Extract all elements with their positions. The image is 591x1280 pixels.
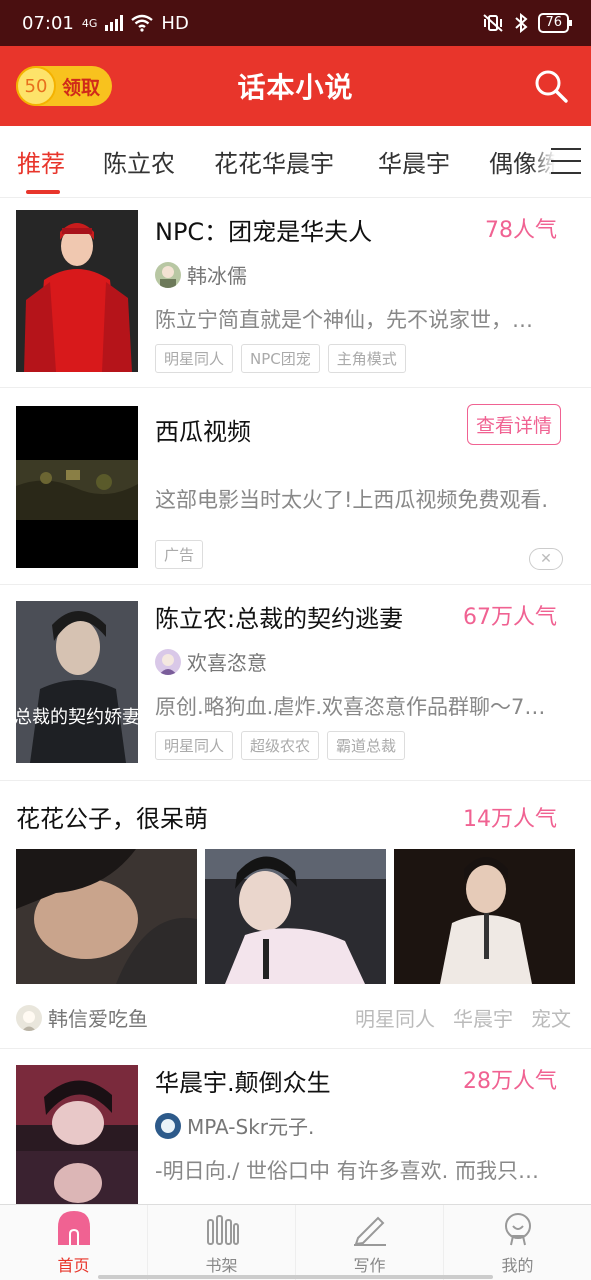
tag-list: 明星同人 NPC团宠 主角模式	[155, 344, 406, 373]
wifi-icon	[131, 14, 154, 32]
avatar	[155, 261, 181, 288]
pencil-icon	[353, 1216, 386, 1246]
nav-label: 我的	[501, 1256, 534, 1275]
gallery-image[interactable]	[205, 849, 386, 984]
book-description: -明日向./ 世俗口中 有许多喜欢. 而我只…	[155, 1159, 540, 1183]
author[interactable]: 欢喜恣意	[155, 647, 267, 676]
close-ad-icon[interactable]: ✕	[529, 548, 563, 570]
tag[interactable]: 主角模式	[327, 344, 406, 373]
avatar	[155, 1112, 181, 1139]
book-title: 华晨宇.颠倒众生	[155, 1069, 331, 1097]
popularity-count: 67万人气	[463, 605, 557, 630]
gallery-image[interactable]	[394, 849, 575, 984]
network-type: 4G	[81, 16, 98, 30]
popularity-count: 28万人气	[463, 1069, 557, 1094]
hd-indicator: HD	[161, 12, 189, 34]
author[interactable]: 韩冰儒	[155, 260, 247, 289]
author-name: 欢喜恣意	[187, 651, 267, 675]
nav-bookshelf[interactable]: 书架	[147, 1205, 295, 1280]
battery-icon: 76	[538, 13, 572, 33]
list-item[interactable]: NPC：团宠是华夫人 78人气 韩冰儒 陈立宁简直就是个神仙，先不说家世，… 明…	[0, 198, 591, 388]
author-name: 韩信爱吃鱼	[48, 1007, 148, 1031]
tag[interactable]: 宠文	[531, 1003, 571, 1032]
popularity-count: 14万人气	[463, 807, 557, 832]
author[interactable]: 韩信爱吃鱼	[16, 1003, 148, 1032]
tag[interactable]: 明星同人	[155, 731, 234, 760]
author-name: 韩冰儒	[187, 264, 247, 288]
active-tab-indicator	[26, 190, 60, 194]
nav-label: 写作	[353, 1256, 386, 1275]
signal-icon	[105, 15, 124, 31]
book-title: 花花公子，很呆萌	[16, 805, 208, 833]
tab-huahua-huachenyu[interactable]: 花花华晨宇	[214, 144, 334, 179]
tag[interactable]: 超级农农	[241, 731, 320, 760]
book-cover[interactable]	[16, 210, 138, 372]
tag[interactable]: 霸道总裁	[327, 731, 406, 760]
ad-thumbnail[interactable]	[16, 406, 138, 568]
list-item[interactable]: 总裁的契约娇妻 陈立农:总裁的契约逃妻 67万人气 欢喜恣意 原创.略狗血.虐炸…	[0, 585, 591, 781]
profile-icon	[504, 1213, 531, 1246]
vibrate-icon	[483, 14, 504, 32]
author-name: MPA-Skr元子.	[187, 1115, 315, 1139]
coin-icon: 50	[16, 66, 56, 106]
tag-list: 明星同人 华晨宇 宠文	[355, 1003, 571, 1032]
popularity-count: 78人气	[485, 218, 557, 243]
list-item[interactable]: 华晨宇.颠倒众生 28万人气 MPA-Skr元子. -明日向./ 世俗口中 有许…	[0, 1049, 591, 1204]
book-cover[interactable]	[16, 1065, 138, 1204]
nav-write[interactable]: 写作	[295, 1205, 443, 1280]
home-indicator[interactable]	[98, 1275, 493, 1279]
tag-list: 明星同人 超级农农 霸道总裁	[155, 731, 406, 760]
avatar	[16, 1004, 42, 1031]
menu-icon[interactable]	[551, 148, 581, 174]
tag[interactable]: 华晨宇	[453, 1003, 513, 1032]
ad-title: 西瓜视频	[155, 418, 251, 446]
book-title: 陈立农:总裁的契约逃妻	[155, 605, 404, 633]
nav-label: 书架	[205, 1256, 238, 1275]
claim-coins-button[interactable]: 50 领取	[16, 66, 112, 106]
app-header: 50 领取 话本小说	[0, 46, 591, 126]
tag[interactable]: NPC团宠	[241, 344, 320, 373]
claim-label: 领取	[62, 76, 101, 99]
image-gallery	[16, 849, 575, 984]
clock: 07:01	[22, 12, 74, 34]
tab-recommend[interactable]: 推荐	[17, 144, 65, 179]
bookshelf-icon	[206, 1215, 239, 1245]
tab-huachenyu[interactable]: 华晨宇	[378, 144, 450, 179]
home-icon	[57, 1211, 90, 1245]
tag[interactable]: 明星同人	[355, 1003, 435, 1032]
tag[interactable]: 明星同人	[155, 344, 234, 373]
avatar	[155, 648, 181, 675]
ad-item[interactable]: 西瓜视频 查看详情 这部电影当时太火了!上西瓜视频免费观看. 广告 ✕	[0, 388, 591, 585]
book-title: NPC：团宠是华夫人	[155, 218, 373, 246]
bluetooth-icon	[515, 13, 528, 33]
search-icon[interactable]	[533, 68, 569, 104]
author[interactable]: MPA-Skr元子.	[155, 1111, 314, 1140]
feed-list: NPC：团宠是华夫人 78人气 韩冰儒 陈立宁简直就是个神仙，先不说家世，… 明…	[0, 198, 591, 1204]
nav-label: 首页	[57, 1256, 90, 1275]
category-tabs: 推荐 陈立农 花花华晨宇 华晨宇 偶像练	[0, 126, 591, 198]
ad-badge: 广告	[155, 540, 204, 569]
cover-title: 总裁的契约娇妻	[16, 707, 138, 728]
gallery-image[interactable]	[16, 849, 197, 984]
app-title: 话本小说	[237, 71, 354, 104]
tab-chen-linong[interactable]: 陈立农	[103, 144, 175, 179]
status-bar: 07:01 4G HD 76	[0, 0, 591, 46]
view-details-button[interactable]: 查看详情	[466, 404, 561, 445]
book-description: 原创.略狗血.虐炸.欢喜恣意作品群聊～7…	[155, 695, 546, 719]
bottom-nav: 首页 书架 写作 我的	[0, 1204, 591, 1280]
book-description: 陈立宁简直就是个神仙，先不说家世，…	[155, 308, 533, 332]
nav-profile[interactable]: 我的	[443, 1205, 591, 1280]
nav-home[interactable]: 首页	[0, 1205, 147, 1280]
ad-description: 这部电影当时太火了!上西瓜视频免费观看.	[155, 488, 549, 512]
gallery-item[interactable]: 花花公子，很呆萌 14万人气 韩信爱吃鱼 明星同人 华晨宇 宠文	[0, 781, 591, 1049]
book-cover[interactable]: 总裁的契约娇妻	[16, 601, 138, 763]
